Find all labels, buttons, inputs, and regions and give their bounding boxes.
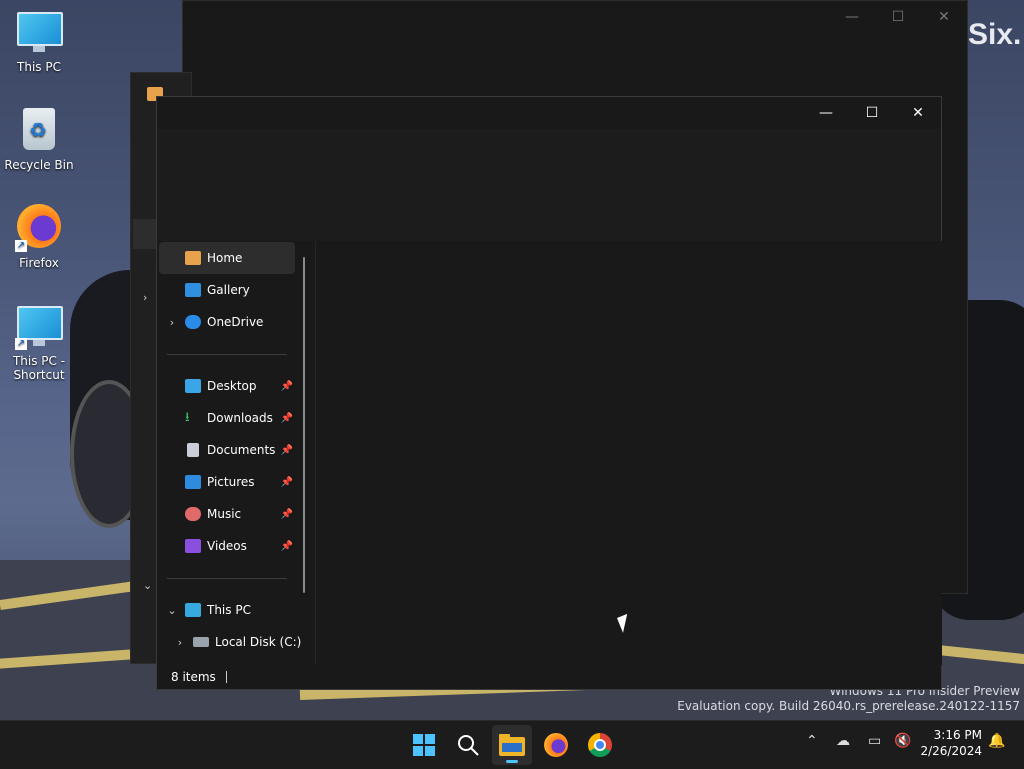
nav-item-music[interactable]: Music 📌: [159, 498, 295, 530]
volume-muted-icon: 🔇: [894, 733, 912, 749]
nav-item-home[interactable]: Home: [159, 242, 295, 274]
document-icon: [187, 443, 199, 457]
clock-date: 2/26/2024: [920, 744, 982, 758]
desktop-icon-recycle-bin[interactable]: ♻ Recycle Bin: [0, 106, 79, 172]
notifications-button[interactable]: 🔔: [988, 733, 1005, 749]
nav-item-this-pc[interactable]: ⌄ This PC: [159, 594, 295, 626]
start-icon: [413, 734, 435, 756]
chevron-right-icon: ›: [143, 291, 148, 304]
pin-icon: 📌: [280, 540, 293, 552]
clock-time: 3:16 PM: [933, 728, 982, 742]
download-arrow-icon: ⭳: [185, 410, 190, 425]
monitor-icon: [15, 8, 63, 56]
gallery-icon: [185, 283, 201, 297]
minimize-button[interactable]: —: [829, 1, 875, 33]
clock[interactable]: 3:16 PM 2/26/2024: [920, 727, 982, 759]
nav-item-label: Local Disk (C:): [215, 635, 302, 649]
firefox-icon: [544, 733, 568, 757]
active-indicator: [506, 760, 518, 763]
desktop-icon-label: Firefox: [19, 256, 59, 270]
nav-item-label: Pictures: [207, 475, 255, 489]
nav-item-videos[interactable]: Videos 📌: [159, 530, 295, 562]
maximize-button[interactable]: ☐: [849, 97, 895, 129]
chevron-down-icon[interactable]: ⌄: [159, 604, 185, 617]
firefox-icon: ↗: [15, 204, 63, 252]
cloud-offline-icon: ☁: [836, 733, 850, 749]
nav-item-downloads[interactable]: ⭳ Downloads 📌: [159, 402, 295, 434]
nav-item-documents[interactable]: Documents 📌: [159, 434, 295, 466]
firefox-taskbar-button[interactable]: [536, 725, 576, 765]
network-tray-button[interactable]: ▭: [868, 733, 881, 749]
pin-icon: 📌: [280, 412, 293, 424]
command-bar: [157, 129, 941, 241]
watermark-line: Evaluation copy. Build 26040.rs_prerelea…: [677, 699, 1020, 713]
desktop-icon-label: Recycle Bin: [4, 158, 74, 172]
navigation-pane: Home Gallery › OneDrive Desktop 📌 ⭳ Down…: [157, 241, 315, 665]
nav-item-local-disk[interactable]: › Local Disk (C:): [167, 626, 303, 658]
maximize-button[interactable]: ☐: [875, 1, 921, 33]
music-note-icon: [185, 507, 201, 521]
nav-item-label: Videos: [207, 539, 247, 553]
onedrive-tray-button[interactable]: ☁: [836, 733, 850, 749]
status-divider: [225, 671, 227, 683]
file-explorer-taskbar-button[interactable]: [492, 725, 532, 765]
chevron-right-icon[interactable]: ›: [159, 316, 185, 329]
network-icon: ▭: [868, 733, 882, 749]
file-explorer-window[interactable]: — ☐ ✕ Home Gallery › OneDrive Desktop 📌: [156, 96, 942, 690]
nav-divider: [167, 354, 287, 355]
onedrive-cloud-icon: [185, 315, 201, 329]
show-hidden-icons-button[interactable]: ⌃: [806, 733, 818, 749]
nav-item-desktop[interactable]: Desktop 📌: [159, 370, 295, 402]
nav-item-label: Desktop: [207, 379, 257, 393]
drive-icon: [193, 637, 209, 647]
desktop-icon-firefox[interactable]: ↗ Firefox: [0, 204, 79, 270]
desktop-folder-icon: [185, 379, 201, 393]
file-list-area[interactable]: [315, 241, 942, 665]
desktop-icon-this-pc[interactable]: This PC: [0, 8, 79, 74]
home-icon: [185, 251, 201, 265]
status-bar: 8 items: [157, 665, 941, 689]
nav-item-label: Downloads: [207, 411, 273, 425]
nav-item-label: OneDrive: [207, 315, 264, 329]
pictures-icon: [185, 475, 201, 489]
close-button[interactable]: ✕: [895, 97, 941, 129]
monitor-icon: [185, 603, 201, 617]
file-explorer-icon: [499, 734, 525, 756]
wallpaper-brand-text: Six.: [968, 18, 1022, 51]
nav-item-label: Documents: [207, 443, 276, 457]
pin-icon: 📌: [280, 508, 293, 520]
pin-icon: 📌: [280, 476, 293, 488]
item-count: 8 items: [171, 670, 216, 684]
recycle-bin-icon: ♻: [15, 106, 63, 154]
chrome-taskbar-button[interactable]: [580, 725, 620, 765]
nav-divider: [167, 578, 287, 579]
chevron-up-icon: ⌃: [806, 733, 818, 749]
chevron-down-icon: ⌄: [143, 579, 153, 592]
nav-item-gallery[interactable]: Gallery: [159, 274, 295, 306]
close-button[interactable]: ✕: [921, 1, 967, 33]
desktop-icon-label: This PC - Shortcut: [12, 354, 66, 382]
monitor-shortcut-icon: ↗: [15, 302, 63, 350]
volume-tray-button[interactable]: 🔇: [894, 733, 911, 749]
desktop-icon-this-pc-shortcut[interactable]: ↗ This PC - Shortcut: [0, 302, 79, 382]
nav-item-label: Home: [207, 251, 243, 265]
search-button[interactable]: [448, 725, 488, 765]
desktop-icon-label: This PC: [17, 60, 61, 74]
chevron-right-icon[interactable]: ›: [167, 636, 193, 649]
minimize-button[interactable]: —: [803, 97, 849, 129]
chrome-icon: [588, 733, 612, 757]
nav-item-label: Gallery: [207, 283, 250, 297]
nav-item-label: This PC: [207, 603, 251, 617]
pin-icon: 📌: [280, 380, 293, 392]
taskbar: ⌃ ☁ ▭ 🔇 3:16 PM 2/26/2024 🔔: [0, 720, 1024, 769]
nav-item-pictures[interactable]: Pictures 📌: [159, 466, 295, 498]
video-icon: [185, 539, 201, 553]
bell-icon: 🔔: [988, 733, 1006, 749]
nav-scrollbar[interactable]: [303, 257, 305, 593]
nav-item-onedrive[interactable]: › OneDrive: [159, 306, 295, 338]
nav-item-label: Music: [207, 507, 242, 521]
pin-icon: 📌: [280, 444, 293, 456]
start-button[interactable]: [404, 725, 444, 765]
search-icon: [458, 735, 479, 756]
